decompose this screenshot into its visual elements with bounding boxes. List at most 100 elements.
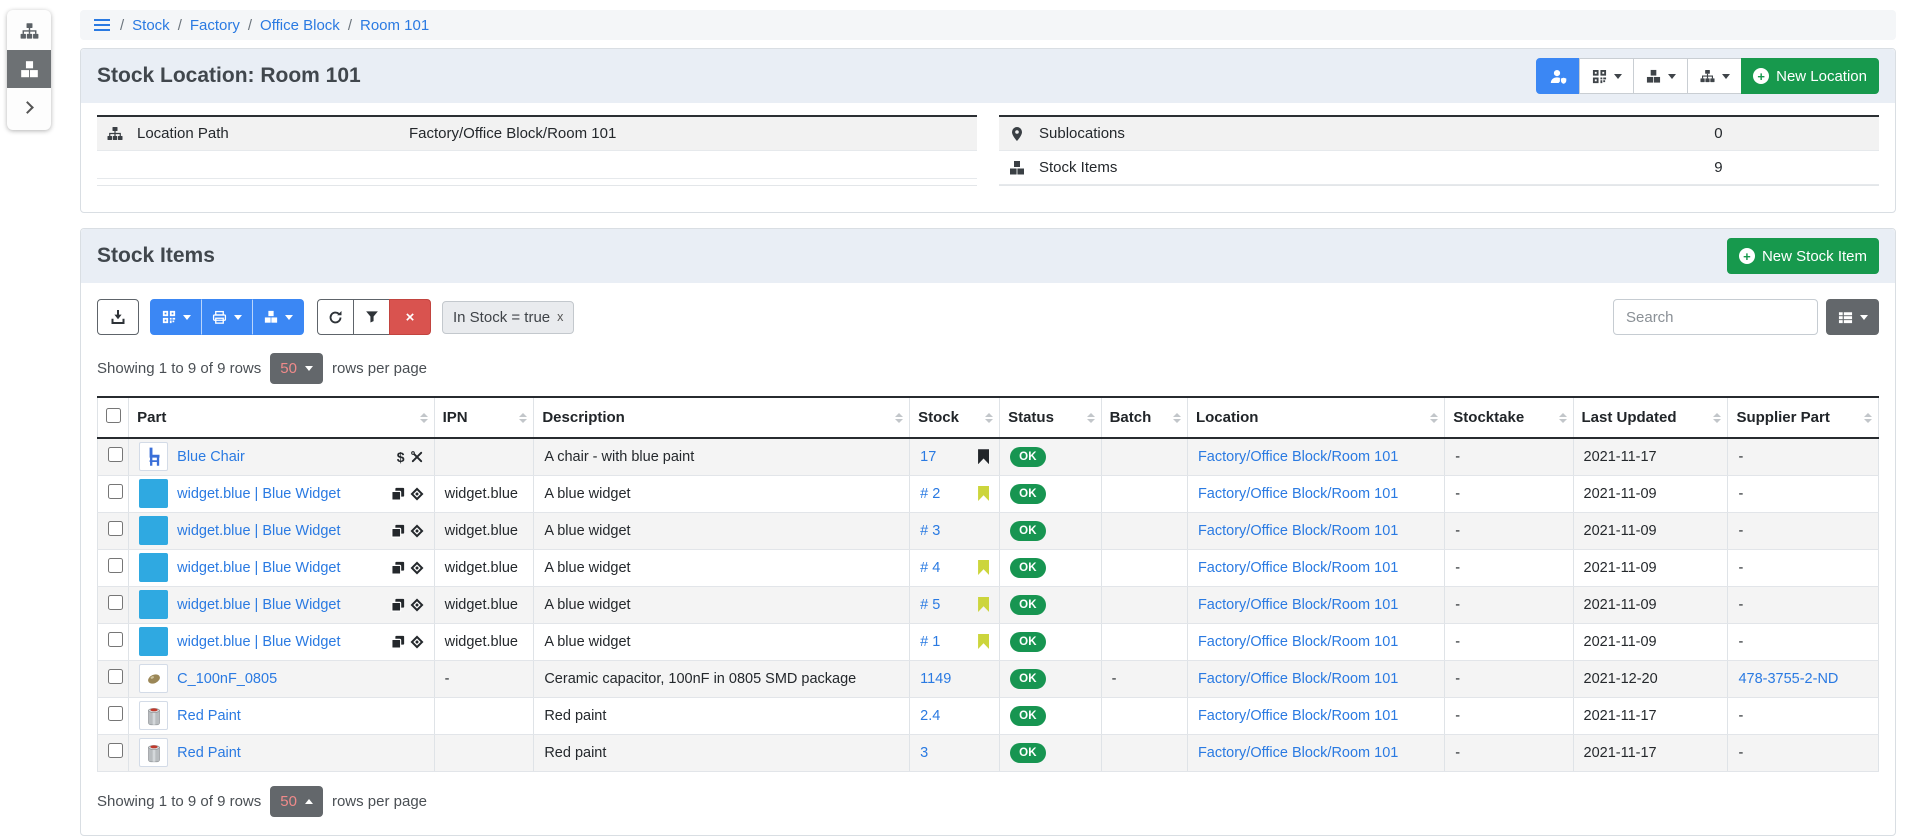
sort-icon[interactable] (519, 413, 527, 423)
location-link[interactable]: Factory/Office Block/Room 101 (1198, 671, 1398, 687)
supplier-part-link[interactable]: 478-3755-2-ND (1738, 671, 1838, 687)
stock-options-dropdown-button[interactable] (252, 299, 304, 335)
location-link[interactable]: Factory/Office Block/Room 101 (1198, 634, 1398, 650)
stock-items-header: Stock Items New Stock Item (81, 229, 1895, 283)
sort-icon[interactable] (1713, 413, 1721, 423)
breadcrumb-link[interactable]: Stock (132, 17, 170, 34)
part-thumbnail[interactable] (139, 516, 168, 545)
sort-icon[interactable] (1864, 413, 1872, 423)
part-thumbnail[interactable] (139, 738, 168, 767)
location-link[interactable]: Factory/Office Block/Room 101 (1198, 523, 1398, 539)
page-size-button[interactable]: 50 (270, 786, 323, 817)
stock-actions-button[interactable] (1633, 58, 1688, 94)
select-all-checkbox[interactable] (106, 408, 121, 423)
row-select-checkbox[interactable] (108, 484, 123, 499)
part-thumbnail[interactable] (139, 553, 168, 582)
stock-quantity-link[interactable]: 2.4 (920, 708, 940, 724)
stock-quantity-link[interactable]: 3 (920, 745, 928, 761)
column-header-stocktake[interactable]: Stocktake (1445, 397, 1573, 438)
part-thumbnail[interactable] (139, 479, 168, 508)
part-thumbnail[interactable] (139, 442, 168, 471)
description-cell: A blue widget (534, 586, 910, 623)
sort-icon[interactable] (1559, 413, 1567, 423)
location-link[interactable]: Factory/Office Block/Room 101 (1198, 486, 1398, 502)
column-header-supplier-part[interactable]: Supplier Part (1728, 397, 1879, 438)
new-location-button[interactable]: New Location (1741, 58, 1879, 94)
part-link[interactable]: Blue Chair (177, 449, 245, 465)
column-header-status[interactable]: Status (1000, 397, 1102, 438)
location-link[interactable]: Factory/Office Block/Room 101 (1198, 449, 1398, 465)
left-sidebar (7, 10, 51, 130)
row-select-checkbox[interactable] (108, 595, 123, 610)
row-select-checkbox[interactable] (108, 558, 123, 573)
admin-user-button[interactable] (1536, 58, 1580, 94)
active-filter-chip[interactable]: In Stock = true x (442, 301, 574, 334)
refresh-button[interactable] (317, 299, 354, 335)
stock-quantity-link[interactable]: # 5 (920, 597, 940, 613)
barcode-actions-button[interactable] (1579, 58, 1634, 94)
row-select-checkbox[interactable] (108, 632, 123, 647)
page-size-button[interactable]: 50 (270, 353, 323, 384)
sidebar-expand-button[interactable] (7, 88, 51, 126)
clear-filters-button[interactable]: × (389, 299, 431, 335)
sort-icon[interactable] (895, 413, 903, 423)
row-select-checkbox[interactable] (108, 669, 123, 684)
sort-icon[interactable] (1087, 413, 1095, 423)
column-select-button[interactable] (1826, 299, 1879, 335)
menu-icon[interactable] (94, 24, 110, 26)
stock-quantity-link[interactable]: # 1 (920, 634, 940, 650)
column-header-location[interactable]: Location (1187, 397, 1444, 438)
stock-quantity-link[interactable]: # 2 (920, 486, 940, 502)
part-link[interactable]: widget.blue | Blue Widget (177, 486, 340, 502)
breadcrumb-link[interactable]: Room 101 (360, 17, 429, 34)
part-thumbnail[interactable] (139, 701, 168, 730)
column-header-batch[interactable]: Batch (1101, 397, 1187, 438)
column-header-stock[interactable]: Stock (910, 397, 1000, 438)
row-select-checkbox[interactable] (108, 706, 123, 721)
export-download-button[interactable] (97, 299, 139, 335)
part-link[interactable]: widget.blue | Blue Widget (177, 560, 340, 576)
print-dropdown-button[interactable] (201, 299, 253, 335)
search-input[interactable] (1613, 299, 1818, 335)
location-tree-actions-button[interactable] (1687, 58, 1742, 94)
stock-quantity-link[interactable]: # 4 (920, 560, 940, 576)
column-header-part[interactable]: Part (129, 397, 434, 438)
column-header-last-updated[interactable]: Last Updated (1573, 397, 1728, 438)
breadcrumb-link[interactable]: Factory (190, 17, 240, 34)
part-link[interactable]: widget.blue | Blue Widget (177, 597, 340, 613)
location-link[interactable]: Factory/Office Block/Room 101 (1198, 597, 1398, 613)
description-cell: A blue widget (534, 549, 910, 586)
part-link[interactable]: widget.blue | Blue Widget (177, 634, 340, 650)
sort-icon[interactable] (1173, 413, 1181, 423)
sort-icon[interactable] (1430, 413, 1438, 423)
sort-icon[interactable] (420, 413, 428, 423)
stock-quantity-link[interactable]: # 3 (920, 523, 940, 539)
part-thumbnail[interactable] (139, 590, 168, 619)
breadcrumb-link[interactable]: Office Block (260, 17, 340, 34)
location-link[interactable]: Factory/Office Block/Room 101 (1198, 708, 1398, 724)
barcode-dropdown-button[interactable] (150, 299, 202, 335)
remove-filter-icon[interactable]: x (557, 310, 563, 324)
row-select-checkbox[interactable] (108, 447, 123, 462)
stock-quantity-link[interactable]: 17 (920, 449, 936, 465)
row-select-checkbox[interactable] (108, 521, 123, 536)
location-link[interactable]: Factory/Office Block/Room 101 (1198, 560, 1398, 576)
stock-cell: # 2 (910, 475, 1000, 512)
part-thumbnail[interactable] (139, 627, 168, 656)
column-header-description[interactable]: Description (534, 397, 910, 438)
sidebar-item-location-tree[interactable] (7, 12, 51, 50)
part-thumbnail[interactable] (139, 664, 168, 693)
column-header-ipn[interactable]: IPN (434, 397, 534, 438)
part-link[interactable]: widget.blue | Blue Widget (177, 523, 340, 539)
location-link[interactable]: Factory/Office Block/Room 101 (1198, 745, 1398, 761)
add-filter-button[interactable] (353, 299, 390, 335)
part-attribute-icons (391, 487, 424, 501)
part-link[interactable]: Red Paint (177, 745, 241, 761)
sort-icon[interactable] (985, 413, 993, 423)
part-link[interactable]: Red Paint (177, 708, 241, 724)
part-link[interactable]: C_100nF_0805 (177, 671, 277, 687)
sidebar-item-stock-active[interactable] (7, 50, 51, 88)
stock-quantity-link[interactable]: 1149 (920, 671, 951, 687)
row-select-checkbox[interactable] (108, 743, 123, 758)
new-stock-item-button[interactable]: New Stock Item (1727, 238, 1879, 274)
